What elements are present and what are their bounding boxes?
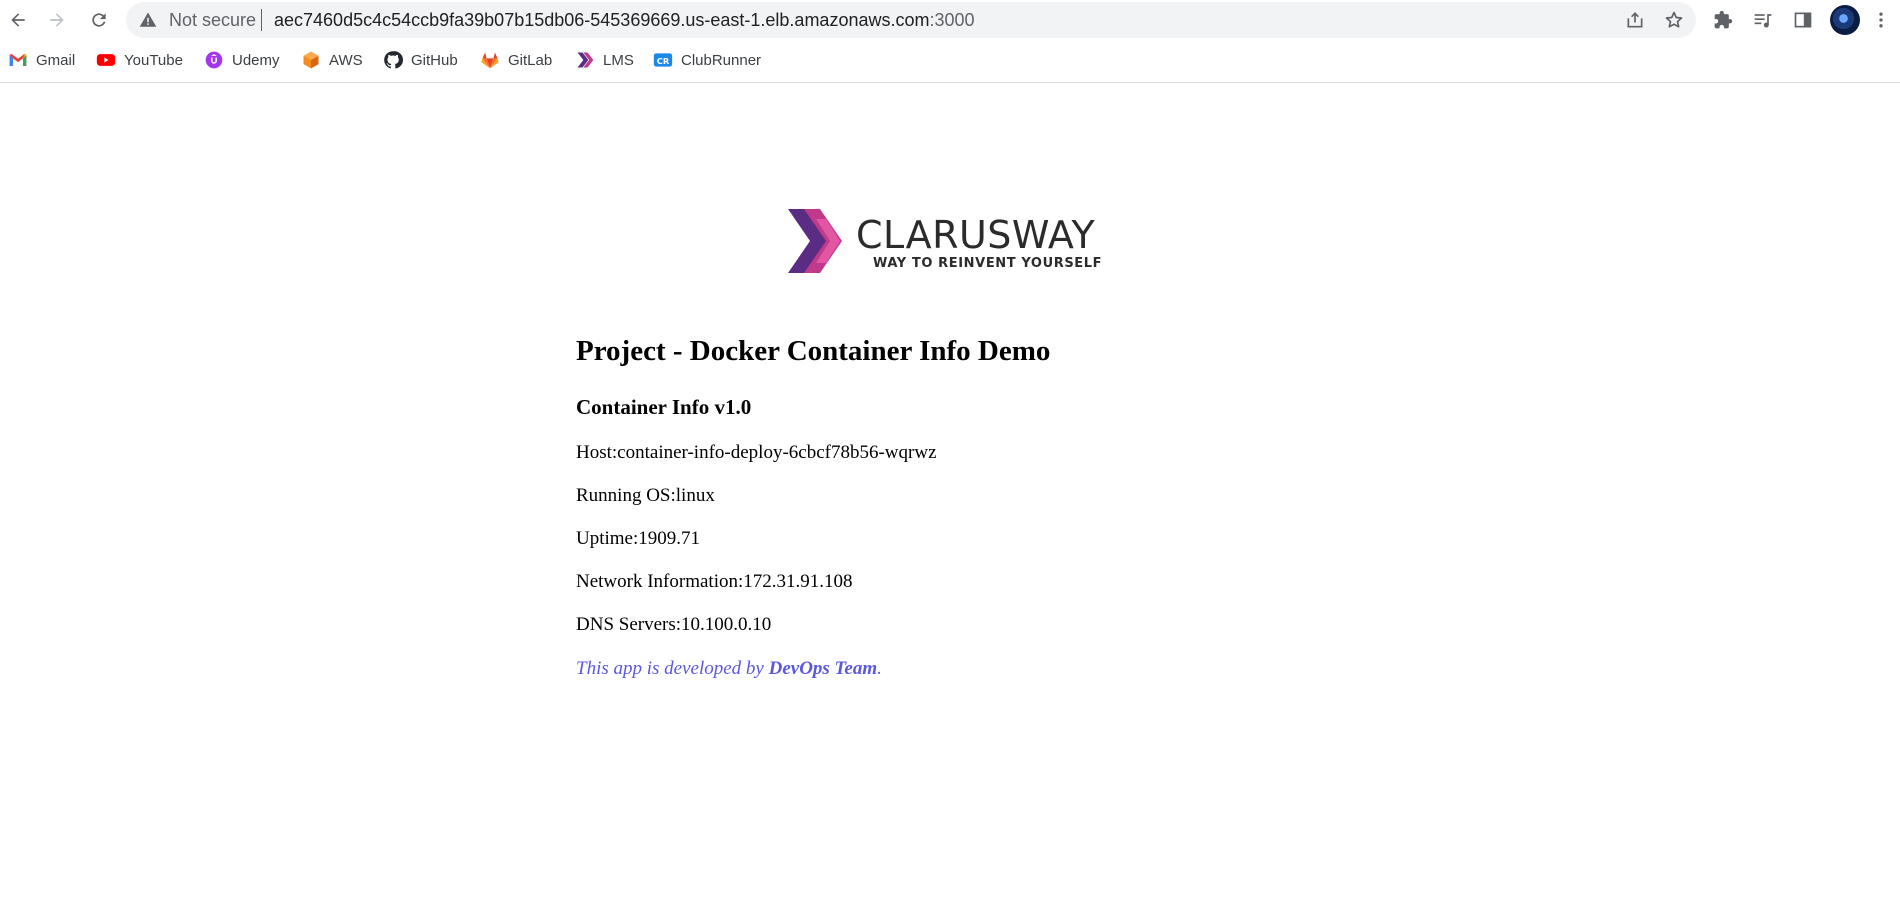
address-bar[interactable]: Not secure aec7460d5c4c54ccb9fa39b07b15d… [126, 2, 1696, 38]
developer-credit: This app is developed by DevOps Team. [576, 658, 882, 680]
reload-icon [92, 13, 106, 27]
bookmark-label: Udemy [232, 51, 280, 69]
warning-icon[interactable] [139, 11, 157, 29]
gmail-icon [8, 50, 28, 70]
side-panel-button[interactable] [1790, 7, 1816, 33]
browser-chrome: Not secure aec7460d5c4c54ccb9fa39b07b15d… [0, 0, 1900, 83]
dns-info: DNS Servers:10.100.0.10 [576, 614, 772, 635]
bookmark-star-button[interactable] [1663, 9, 1685, 31]
credit-prefix: This app is developed by [576, 658, 769, 679]
logo-wordmark: CLARUSWAY [856, 213, 1096, 257]
bookmark-label: YouTube [124, 51, 183, 69]
lms-icon [575, 50, 595, 70]
bookmark-label: GitHub [411, 51, 458, 69]
more-vert-icon [1879, 12, 1883, 28]
bookmark-label: LMS [603, 51, 634, 69]
forward-button[interactable] [42, 5, 72, 35]
bookmarks-bar: Gmail YouTube Udemy AWS GitHub GitLab LM… [0, 44, 1900, 76]
bookmark-aws[interactable]: AWS [301, 48, 363, 72]
back-button[interactable] [3, 5, 33, 35]
network-info: Network Information:172.31.91.108 [576, 571, 853, 592]
extensions-icon [1714, 10, 1733, 29]
credit-suffix: . [877, 658, 882, 679]
page-title: Project - Docker Container Info Demo [576, 335, 1051, 367]
security-status[interactable]: Not secure [169, 10, 256, 30]
aws-icon [301, 50, 321, 70]
github-icon [383, 50, 403, 70]
bookmark-label: GitLab [508, 51, 553, 69]
youtube-icon [96, 50, 116, 70]
bookmark-clubrunner[interactable]: CR ClubRunner [653, 48, 761, 72]
extensions-button[interactable] [1710, 7, 1736, 33]
forward-arrow-icon [50, 13, 64, 27]
bookmark-lms[interactable]: LMS [575, 48, 634, 72]
bookmark-label: Gmail [36, 51, 76, 69]
uptime-info: Uptime:1909.71 [576, 528, 701, 549]
share-icon [1627, 12, 1643, 28]
clarusway-logo: CLARUSWAY WAY TO REINVENT YOURSELF [786, 206, 1116, 276]
os-info: Running OS:linux [576, 485, 715, 506]
omnibox-divider [261, 9, 262, 31]
svg-text:CR: CR [657, 56, 670, 66]
profile-avatar[interactable] [1830, 5, 1860, 35]
star-icon [1665, 11, 1683, 28]
logo-tagline: WAY TO REINVENT YOURSELF [873, 256, 1103, 271]
bookmark-youtube[interactable]: YouTube [96, 48, 183, 72]
side-panel-icon [1794, 12, 1812, 28]
gitlab-icon [480, 50, 500, 70]
version-heading: Container Info v1.0 [576, 395, 752, 419]
container-info: Project - Docker Container Info Demo Con… [576, 334, 1476, 679]
clubrunner-icon: CR [653, 50, 673, 70]
url-port: :3000 [929, 10, 975, 30]
bookmark-gitlab[interactable]: GitLab [480, 48, 552, 72]
udemy-icon [204, 50, 224, 70]
back-arrow-icon [11, 13, 25, 27]
reading-list-icon [1754, 14, 1772, 28]
page-content: CLARUSWAY WAY TO REINVENT YOURSELF Proje… [0, 84, 1900, 912]
bookmark-udemy[interactable]: Udemy [204, 48, 280, 72]
bookmark-label: ClubRunner [681, 51, 762, 69]
reload-button[interactable] [84, 5, 114, 35]
logo-chevron-icon [788, 209, 842, 273]
url-host: aec7460d5c4c54ccb9fa39b07b15db06-5453696… [274, 10, 930, 30]
credit-team: DevOps Team [768, 658, 878, 679]
bookmark-github[interactable]: GitHub [383, 48, 458, 72]
url-text[interactable]: aec7460d5c4c54ccb9fa39b07b15db06-5453696… [274, 10, 975, 30]
bookmark-gmail[interactable]: Gmail [8, 48, 75, 72]
host-info: Host:container-info-deploy-6cbcf78b56-wq… [576, 442, 937, 463]
reading-list-button[interactable] [1750, 7, 1776, 33]
bookmark-label: AWS [329, 51, 363, 69]
share-button[interactable] [1624, 9, 1646, 31]
more-menu-button[interactable] [1868, 7, 1894, 33]
browser-toolbar: Not secure aec7460d5c4c54ccb9fa39b07b15d… [0, 0, 1900, 40]
